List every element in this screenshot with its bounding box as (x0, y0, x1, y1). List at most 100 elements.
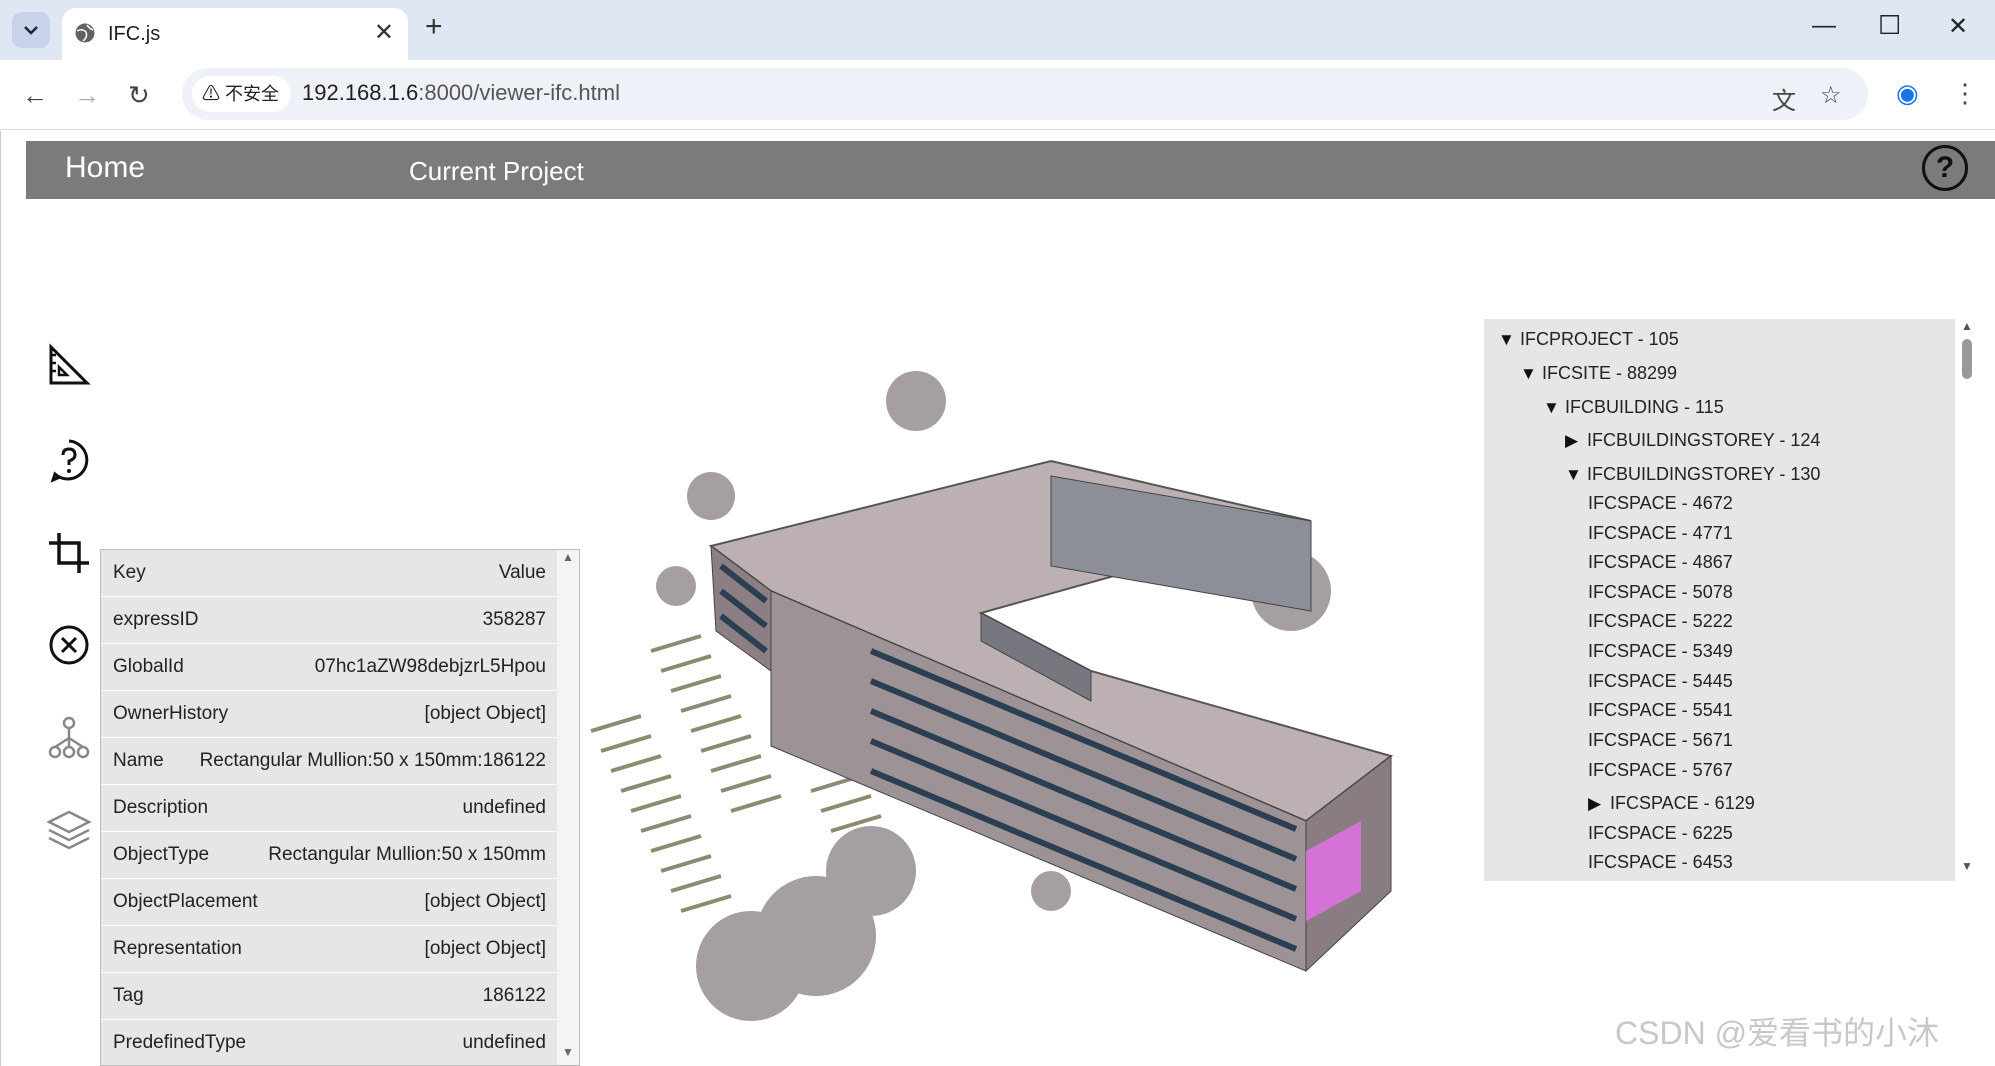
property-row: expressID 358287 (101, 597, 558, 644)
tree-scrollbar[interactable]: ▲ ▼ (1956, 319, 1978, 881)
property-value: [object Object] (424, 891, 546, 912)
property-key: PredefinedType (113, 1032, 247, 1053)
measure-ruler-icon[interactable] (45, 341, 93, 389)
value-header: Value (498, 562, 546, 583)
property-key: Tag (113, 985, 144, 1006)
browser-tab[interactable]: IFC.js ✕ (62, 8, 408, 60)
url-path: :8000/viewer-ifc.html (418, 80, 620, 105)
tree-node[interactable]: IFCSPACE - 6453 (1588, 852, 1733, 873)
tab-search-button[interactable] (12, 12, 50, 48)
translate-icon[interactable]: 文 (1772, 81, 1796, 116)
tree-node-label: IFCBUILDINGSTOREY - 124 (1587, 430, 1821, 450)
tree-node[interactable]: ▼ IFCBUILDING - 115 (1543, 397, 1724, 418)
scroll-down-arrow-icon[interactable]: ▼ (1961, 859, 1973, 873)
profile-icon[interactable]: ◉ (1896, 78, 1919, 109)
tree-node[interactable]: ▼ IFCBUILDINGSTOREY - 130 (1565, 464, 1820, 485)
app-navbar: Home Current Project ? (26, 141, 1995, 199)
security-label: 不安全 (225, 84, 280, 104)
layers-icon[interactable] (45, 806, 93, 854)
crop-icon[interactable] (45, 529, 93, 577)
expanded-triangle-icon: ▼ (1520, 364, 1537, 383)
property-key: Description (113, 797, 209, 818)
property-row: OwnerHistory [object Object] (101, 691, 558, 738)
url-host: 192.168.1.6 (302, 80, 419, 105)
window-close-button[interactable]: ✕ (1948, 12, 1968, 41)
properties-scrollbar[interactable]: ▲ ▼ (557, 550, 579, 1065)
tree-node[interactable]: IFCSPACE - 5222 (1588, 611, 1733, 632)
property-value: 358287 (482, 609, 546, 630)
new-tab-button[interactable]: + (425, 10, 443, 44)
address-bar[interactable]: ⚠ 不安全 192.168.1.6:8000/viewer-ifc.html 文… (182, 68, 1868, 120)
property-key: Name (113, 750, 164, 771)
more-menu-icon[interactable]: ⋮ (1952, 78, 1978, 109)
tree-node[interactable]: IFCSPACE - 5541 (1588, 700, 1733, 721)
browser-tab-bar: IFC.js ✕ + — ☐ ✕ (0, 0, 1995, 60)
property-value: undefined (462, 797, 546, 818)
close-circle-icon[interactable] (45, 621, 93, 669)
close-tab-icon[interactable]: ✕ (374, 18, 394, 47)
maximize-button[interactable]: ☐ (1878, 10, 1901, 41)
tree-node[interactable]: IFCSPACE - 5671 (1588, 730, 1733, 751)
key-header: Key (113, 562, 146, 583)
current-project-link[interactable]: Current Project (409, 156, 584, 187)
browser-toolbar: ← → ↻ ⚠ 不安全 192.168.1.6:8000/viewer-ifc.… (0, 60, 1995, 130)
security-chip[interactable]: ⚠ 不安全 (192, 76, 292, 112)
property-row: Description undefined (101, 785, 558, 832)
tree-node[interactable]: ▼ IFCPROJECT - 105 (1498, 329, 1679, 350)
properties-header: Key Value (101, 550, 558, 597)
property-key: GlobalId (113, 656, 184, 677)
property-value: [object Object] (424, 938, 546, 959)
forward-arrow-icon[interactable]: → (74, 80, 100, 111)
globe-icon (75, 23, 95, 43)
property-key: expressID (113, 609, 199, 630)
tree-node[interactable]: ▶ IFCSPACE - 6129 (1588, 793, 1755, 814)
property-row: ObjectPlacement [object Object] (101, 879, 558, 926)
tree-node[interactable]: IFCSPACE - 5767 (1588, 760, 1733, 781)
property-value: undefined (462, 1032, 546, 1053)
viewer-page: Home Current Project ? Key Value express… (0, 131, 1995, 1066)
property-key: OwnerHistory (113, 703, 229, 724)
tree-node-label: IFCSPACE - 6129 (1610, 793, 1755, 813)
scrollbar-thumb[interactable] (1962, 339, 1972, 379)
home-link[interactable]: Home (65, 151, 145, 185)
properties-panel[interactable]: Key Value expressID 358287 GlobalId 07hc… (100, 549, 580, 1066)
property-row: Representation [object Object] (101, 926, 558, 973)
3d-model-viewport[interactable] (571, 351, 1451, 1051)
property-key: ObjectPlacement (113, 891, 258, 912)
property-key: Representation (113, 938, 242, 959)
tree-node[interactable]: IFCSPACE - 4672 (1588, 493, 1733, 514)
hierarchy-tree-icon[interactable] (45, 714, 93, 762)
url-text[interactable]: 192.168.1.6:8000/viewer-ifc.html (302, 80, 620, 106)
help-icon[interactable]: ? (1922, 145, 1968, 191)
scroll-up-arrow-icon[interactable]: ▲ (1961, 319, 1973, 333)
property-value: 07hc1aZW98debjzrL5Hpou (314, 656, 546, 677)
property-value: Rectangular Mullion:50 x 150mm (268, 844, 546, 865)
scroll-down-arrow-icon[interactable]: ▼ (562, 1045, 574, 1059)
bookmark-star-icon[interactable]: ☆ (1820, 81, 1842, 110)
tree-node[interactable]: IFCSPACE - 4771 (1588, 523, 1733, 544)
tree-node-label: IFCBUILDING - 115 (1565, 397, 1724, 417)
reload-icon[interactable]: ↻ (128, 80, 150, 111)
tab-title: IFC.js (108, 23, 161, 45)
collapsed-triangle-icon: ▶ (1565, 431, 1579, 450)
tree-node[interactable]: IFCSPACE - 5078 (1588, 582, 1733, 603)
tree-node[interactable]: ▼ IFCSITE - 88299 (1520, 363, 1677, 384)
tree-node[interactable]: IFCSPACE - 4867 (1588, 552, 1733, 573)
property-row: GlobalId 07hc1aZW98debjzrL5Hpou (101, 644, 558, 691)
property-value: Rectangular Mullion:50 x 150mm:186122 (199, 750, 546, 771)
expanded-triangle-icon: ▼ (1498, 330, 1515, 349)
question-bubble-icon[interactable] (45, 436, 93, 484)
back-arrow-icon[interactable]: ← (22, 80, 48, 111)
tree-node-label: IFCPROJECT - 105 (1520, 329, 1679, 349)
minimize-button[interactable]: — (1812, 12, 1836, 40)
property-row: Name Rectangular Mullion:50 x 150mm:1861… (101, 738, 558, 785)
spatial-tree-panel[interactable]: ▼ IFCPROJECT - 105 ▼ IFCSITE - 88299 ▼ IFCB… (1484, 319, 1955, 881)
tree-node[interactable]: IFCSPACE - 6225 (1588, 823, 1733, 844)
scroll-up-arrow-icon[interactable]: ▲ (562, 550, 574, 564)
property-value: 186122 (482, 985, 546, 1006)
tree-node[interactable]: IFCSPACE - 5349 (1588, 641, 1733, 662)
tree-node[interactable]: IFCSPACE - 5445 (1588, 671, 1733, 692)
chevron-down-icon (24, 26, 38, 35)
property-row: PredefinedType undefined (101, 1020, 558, 1065)
tree-node[interactable]: ▶ IFCBUILDINGSTOREY - 124 (1565, 430, 1820, 451)
